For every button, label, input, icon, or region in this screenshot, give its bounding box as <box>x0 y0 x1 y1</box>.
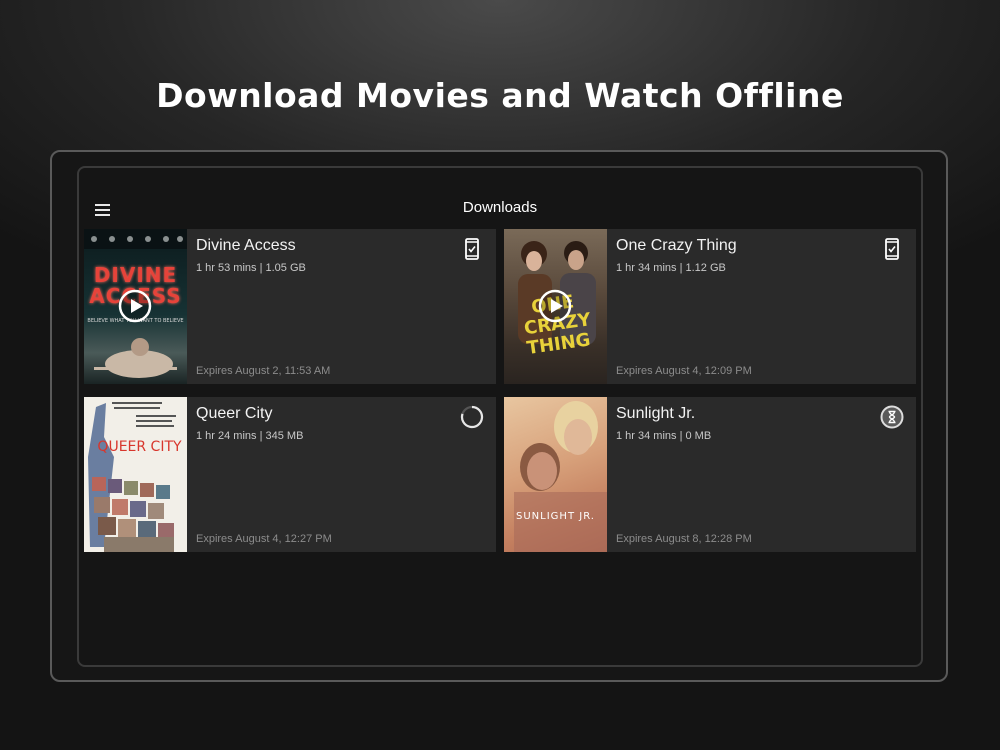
movie-title: One Crazy Thing <box>616 237 737 254</box>
movie-title: Divine Access <box>196 237 296 254</box>
app-screen: Downloads DIVINE ACCESS BELIEVE WHAT YOU… <box>77 166 923 667</box>
poster-divine-access[interactable]: DIVINE ACCESS BELIEVE WHAT YOU WANT TO B… <box>84 229 187 384</box>
movie-meta: 1 hr 34 mins | 0 MB <box>616 430 712 442</box>
page-headline: Download Movies and Watch Offline <box>156 76 844 115</box>
poster-sunlight-jr[interactable]: SUNLIGHT JR. <box>504 397 607 552</box>
phone-check-icon[interactable] <box>460 237 484 261</box>
movie-meta: 1 hr 53 mins | 1.05 GB <box>196 262 306 274</box>
download-card-one-crazy-thing[interactable]: ONE CRAZY THING One Crazy Thing 1 hr 34 … <box>504 229 916 384</box>
movie-expires: Expires August 2, 11:53 AM <box>196 365 331 377</box>
movie-meta: 1 hr 34 mins | 1.12 GB <box>616 262 726 274</box>
download-card-queer-city[interactable]: QUEER CITY Queer City 1 hr 24 mins | 345… <box>84 397 496 552</box>
download-card-divine-access[interactable]: DIVINE ACCESS BELIEVE WHAT YOU WANT TO B… <box>84 229 496 384</box>
poster-queer-city[interactable]: QUEER CITY <box>84 397 187 552</box>
movie-meta: 1 hr 24 mins | 345 MB <box>196 430 304 442</box>
app-bar: Downloads <box>79 168 921 230</box>
movie-title: Sunlight Jr. <box>616 405 696 422</box>
movie-expires: Expires August 4, 12:27 PM <box>196 533 332 545</box>
download-card-sunlight-jr[interactable]: SUNLIGHT JR. Sunlight Jr. 1 hr 34 mins |… <box>504 397 916 552</box>
play-icon[interactable] <box>538 289 572 323</box>
play-icon[interactable] <box>118 289 152 323</box>
app-title: Downloads <box>462 199 538 216</box>
poster-title-queer-city: QUEER CITY <box>97 439 182 455</box>
phone-check-icon[interactable] <box>880 237 904 261</box>
poster-title-sunlight-jr: SUNLIGHT JR. <box>516 511 595 522</box>
movie-title: Queer City <box>196 405 273 422</box>
hourglass-icon[interactable] <box>880 405 904 429</box>
poster-one-crazy-thing[interactable]: ONE CRAZY THING <box>504 229 607 384</box>
progress-spinner-icon[interactable] <box>460 405 484 429</box>
movie-expires: Expires August 4, 12:09 PM <box>616 365 752 377</box>
movie-expires: Expires August 8, 12:28 PM <box>616 533 752 545</box>
